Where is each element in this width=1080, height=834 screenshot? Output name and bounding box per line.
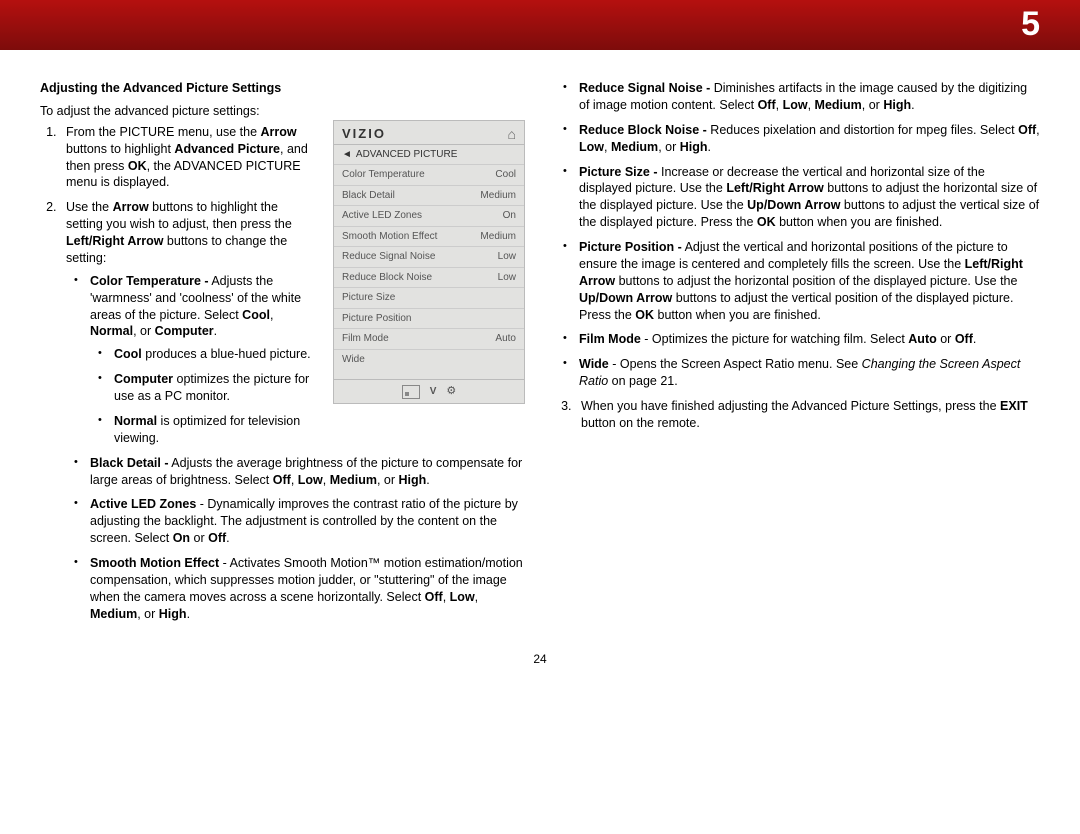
menu-row: Active LED ZonesOn	[334, 205, 524, 226]
right-column: Reduce Signal Noise - Diminishes artifac…	[555, 80, 1040, 631]
step-3: When you have finished adjusting the Adv…	[575, 398, 1040, 432]
menu-row: Reduce Signal NoiseLow	[334, 246, 524, 267]
item-picture-position: Picture Position - Adjust the vertical a…	[569, 239, 1040, 323]
item-film-mode: Film Mode - Optimizes the picture for wa…	[569, 331, 1040, 348]
item-color-temperature: Color Temperature - Adjusts the 'warmnes…	[80, 273, 525, 447]
menu-row: Smooth Motion EffectMedium	[334, 226, 524, 247]
section-heading: Adjusting the Advanced Picture Settings	[40, 80, 525, 97]
item-active-led: Active LED Zones - Dynamically improves …	[80, 496, 525, 547]
item-normal: Normal is optimized for television viewi…	[104, 413, 525, 447]
menu-title: ADVANCED PICTURE	[356, 149, 458, 160]
item-signal-noise: Reduce Signal Noise - Diminishes artifac…	[569, 80, 1040, 114]
chapter-header: 5	[0, 0, 1080, 50]
home-icon	[508, 125, 516, 144]
back-arrow-icon: ◄	[342, 149, 352, 160]
chapter-number: 5	[1021, 2, 1040, 48]
item-cool: Cool produces a blue-hued picture.	[104, 346, 525, 363]
menu-row: Color TemperatureCool	[334, 164, 524, 185]
item-computer: Computer optimizes the picture for use a…	[104, 371, 525, 405]
item-black-detail: Black Detail - Adjusts the average brigh…	[80, 455, 525, 489]
page-number: 24	[40, 651, 1040, 667]
item-block-noise: Reduce Block Noise - Reduces pixelation …	[569, 122, 1040, 156]
menu-row: Black DetailMedium	[334, 185, 524, 206]
item-wide: Wide - Opens the Screen Aspect Ratio men…	[569, 356, 1040, 390]
intro-text: To adjust the advanced picture settings:	[40, 103, 525, 120]
item-picture-size: Picture Size - Increase or decrease the …	[569, 164, 1040, 232]
item-smooth-motion: Smooth Motion Effect - Activates Smooth …	[80, 555, 525, 623]
menu-brand: VIZIO	[342, 125, 386, 143]
page-body: Adjusting the Advanced Picture Settings …	[0, 50, 1080, 834]
left-column: Adjusting the Advanced Picture Settings …	[40, 80, 525, 631]
